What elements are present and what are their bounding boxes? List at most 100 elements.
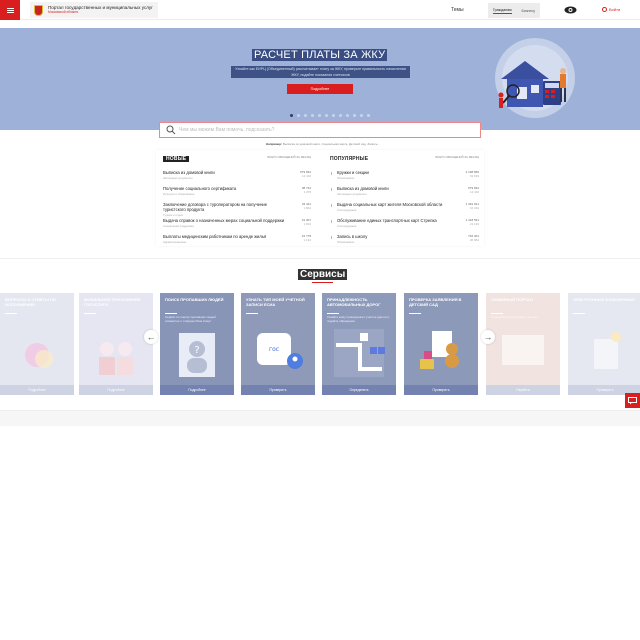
section-divider (0, 258, 640, 259)
list-item[interactable]: Выписка из домовой книги Жилищные докумен… (163, 170, 311, 184)
service-card-button[interactable]: Подробнее (160, 385, 234, 395)
account-type-icon: гос (257, 333, 303, 369)
list-item-title[interactable]: Выдача справок о назначенных мерах социа… (163, 218, 284, 223)
search-hints: Например: Выписка из домовой книги, Соци… (266, 142, 380, 146)
header: Портал государственных и муниципальных у… (0, 0, 640, 20)
list-item-month: 14 418 (469, 190, 479, 194)
menu-icon[interactable] (0, 0, 20, 20)
slide-dot[interactable] (339, 114, 342, 117)
service-card-title: Принадлежность автомобильных дорог (327, 297, 381, 307)
service-card-title: Семейный портал (491, 297, 533, 302)
footer-strip (0, 410, 640, 426)
carousel-prev-arrow-icon[interactable]: ← (144, 330, 158, 344)
service-card-underline (246, 313, 258, 314)
service-card-button[interactable]: Проверить (241, 385, 315, 395)
feedback-chat-icon[interactable] (625, 393, 640, 408)
services-title: Сервисы (298, 269, 348, 283)
list-item-category: Туризм и отдых (163, 213, 184, 217)
list-item-title[interactable]: Заключение договора с туроператором на п… (163, 202, 285, 212)
search-input[interactable] (179, 127, 480, 133)
service-card-button[interactable]: Перейти (486, 385, 560, 395)
slide-dot[interactable] (325, 114, 328, 117)
list-item-category: Здравоохранение (163, 240, 187, 244)
list-item-month: 1 278 (303, 190, 311, 194)
list-item-category: Жилищные документы (163, 176, 193, 180)
hero-title: РАСЧЕТ ПЛАТЫ ЗА ЖКУ (252, 49, 388, 61)
search-icon[interactable] (166, 125, 176, 135)
accessibility-eye-icon[interactable] (564, 6, 577, 14)
service-card-button[interactable]: Определить (322, 385, 396, 395)
teddy-bear-icon (420, 331, 459, 369)
service-card[interactable]: Проверка заявления в детский сад Проверит… (404, 293, 478, 395)
popular-services-stat-label: ВСЕГО ОБРАЩЕНИЙ ЗА МЕСЯЦ (435, 155, 479, 159)
slide-dot[interactable] (353, 114, 356, 117)
new-services-title: НОВЫЕ (163, 156, 190, 162)
list-item-title[interactable]: Выплаты медицинским работникам по аренде… (163, 234, 266, 239)
portal-logo[interactable]: Портал государственных и муниципальных у… (30, 2, 158, 18)
list-item-category: Социальная поддержка (163, 224, 194, 228)
hero-banner: РАСЧЕТ ПЛАТЫ ЗА ЖКУ Узнайте как ЕИРЦ (Об… (0, 28, 640, 130)
slide-dot[interactable] (318, 114, 321, 117)
slide-dot[interactable] (304, 114, 307, 117)
person-silhouette-icon: ? (179, 333, 215, 377)
list-item[interactable]: Обслуживание единых транспортных карт Ст… (330, 218, 479, 232)
list-item-category: Соцподдержка (337, 208, 357, 212)
list-item-category: Культура и образование (163, 192, 195, 196)
slide-dot[interactable] (297, 114, 300, 117)
service-card[interactable]: Вопросы и ответы по исполнению Подробнее (0, 293, 74, 395)
list-item-month: 21 136 (469, 222, 479, 226)
service-card[interactable]: Узнать тип моей учетной записи ЕСИА гос Пр… (241, 293, 315, 395)
list-item-category: Образование (337, 240, 355, 244)
house-calculator-illustration (495, 38, 575, 118)
hero-more-button[interactable]: Подробнее (287, 84, 353, 94)
list-item-month: 1 132 (303, 238, 311, 242)
user-icon (602, 7, 607, 12)
list-item-title[interactable]: Получение социального сертификата (163, 186, 236, 191)
list-item-category: Соцподдержка (337, 224, 357, 228)
list-item-title[interactable]: Выписка из домовой книги (163, 170, 215, 175)
search-hints-text[interactable]: Выписка из домовой книги, Социальная кар… (283, 142, 380, 146)
svg-text:гос: гос (269, 346, 279, 353)
service-card[interactable]: Электронные больничные Проверить (568, 293, 640, 395)
hero-description: Узнайте как ЕИРЦ (Объединенный) рассчиты… (231, 66, 410, 78)
carousel-next-arrow-icon[interactable]: → (481, 330, 495, 344)
list-item[interactable]: Выписка из домовой книги Жилищные докумен… (330, 186, 479, 200)
slide-dot[interactable] (367, 114, 370, 117)
list-item-title[interactable]: Выдача социальных карт жителя Московской… (337, 202, 442, 207)
list-item-month: 1 810 (303, 222, 311, 226)
service-card-title: Узнать тип моей учетной записи ЕСИА (246, 297, 305, 307)
slide-dot[interactable] (360, 114, 363, 117)
list-item[interactable]: Запись в школу Образование 746 301 20 984 (330, 234, 479, 248)
list-item-title[interactable]: Кружки и секции (337, 170, 369, 175)
slide-dot[interactable] (311, 114, 314, 117)
list-item[interactable]: Получение социального сертификата Культур… (163, 186, 311, 200)
list-item-month: 1 842 (303, 206, 311, 210)
topics-link[interactable]: Темы (451, 7, 464, 13)
user-type-business[interactable]: Бизнесу (521, 9, 535, 13)
service-card-button[interactable]: Проверить (404, 385, 478, 395)
list-item[interactable]: Выдача социальных карт жителя Московской… (330, 202, 479, 216)
coat-of-arms-icon (34, 4, 43, 16)
login-label: Войти (609, 7, 621, 12)
slide-dot[interactable] (332, 114, 335, 117)
service-card[interactable]: Поиск пропавших людей Сервис по поиску пр… (160, 293, 234, 395)
service-card[interactable]: Принадлежность автомобильных дорог Узнайт… (322, 293, 396, 395)
user-type-citizens[interactable]: Гражданам (492, 8, 512, 14)
family-icon (99, 342, 133, 375)
list-item-title[interactable]: Обслуживание единых транспортных карт Ст… (337, 218, 437, 223)
service-card-text: Узнайте кому принадлежит участок дороги … (327, 315, 390, 323)
list-item[interactable]: Заключение договора с туроператором на п… (163, 202, 311, 217)
service-card-text: Информация для семей с детьми (491, 315, 538, 319)
list-item[interactable]: Кружки и секции Образование 2 198 866 63 63… (330, 170, 479, 184)
service-card-button[interactable]: Подробнее (79, 385, 153, 395)
list-item-title[interactable]: Запись в школу (337, 234, 367, 239)
slide-dot[interactable] (346, 114, 349, 117)
service-card[interactable]: Семейный портал Информация для семей с де… (486, 293, 560, 395)
service-card[interactable]: Мобильное приложение Госуслуги Подробнее (79, 293, 153, 395)
slide-dot[interactable] (290, 114, 293, 117)
list-item[interactable]: Выдача справок о назначенных мерах социа… (163, 218, 311, 232)
list-item[interactable]: Выплаты медицинским работникам по аренде… (163, 234, 311, 248)
list-item-title[interactable]: Выписка из домовой книги (337, 186, 389, 191)
login-button[interactable]: Войти (602, 7, 620, 12)
service-card-button[interactable]: Подробнее (0, 385, 74, 395)
